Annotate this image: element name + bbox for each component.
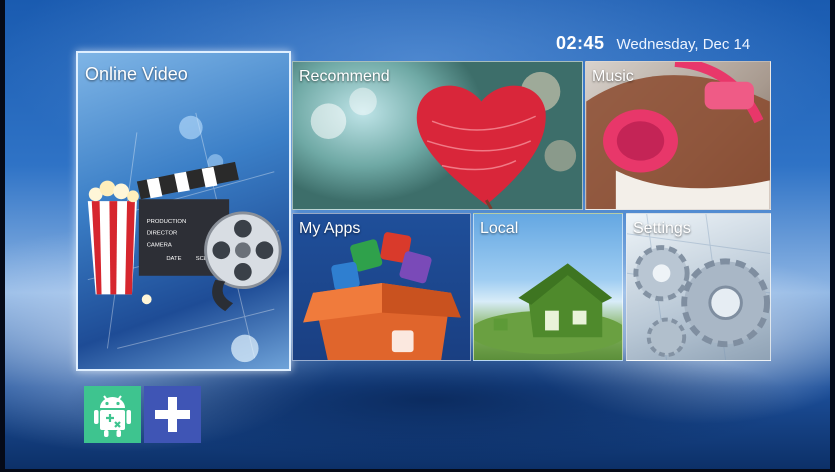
tile-online-video-label: Online Video [85, 64, 188, 84]
tile-recommend[interactable]: Recommend [292, 61, 583, 210]
tile-local-label: Local [480, 220, 519, 237]
clock-time: 02:45 [556, 33, 605, 53]
android-app-button[interactable] [84, 386, 141, 443]
tile-music[interactable]: Music [585, 61, 771, 210]
movie-clapper-icon: PRODUCTION DIRECTOR CAMERA DATE SCENE [87, 112, 282, 363]
tile-online-video[interactable]: PRODUCTION DIRECTOR CAMERA DATE SCENE On… [76, 51, 291, 371]
svg-text:PRODUCTION: PRODUCTION [147, 219, 187, 225]
tile-my-apps-label: My Apps [299, 220, 361, 237]
add-button[interactable] [144, 386, 201, 443]
screen-border-left [0, 0, 5, 472]
add-icon [155, 397, 190, 432]
tile-settings-label: Settings [633, 220, 691, 237]
screen-border-right [830, 0, 835, 472]
svg-text:DIRECTOR: DIRECTOR [147, 231, 178, 237]
tile-recommend-label: Recommend [299, 68, 390, 85]
svg-text:DATE: DATE [166, 256, 181, 262]
tile-settings[interactable]: Settings [626, 213, 771, 361]
tile-my-apps[interactable]: My Apps [292, 213, 471, 361]
tile-local[interactable]: Local [473, 213, 623, 361]
android-app-icon [94, 395, 131, 437]
tile-music-label: Music [592, 68, 634, 85]
clock-date: Wednesday, Dec 14 [616, 36, 751, 53]
svg-text:CAMERA: CAMERA [147, 242, 172, 248]
status-clock: 02:45 Wednesday, Dec 14 [556, 33, 750, 54]
